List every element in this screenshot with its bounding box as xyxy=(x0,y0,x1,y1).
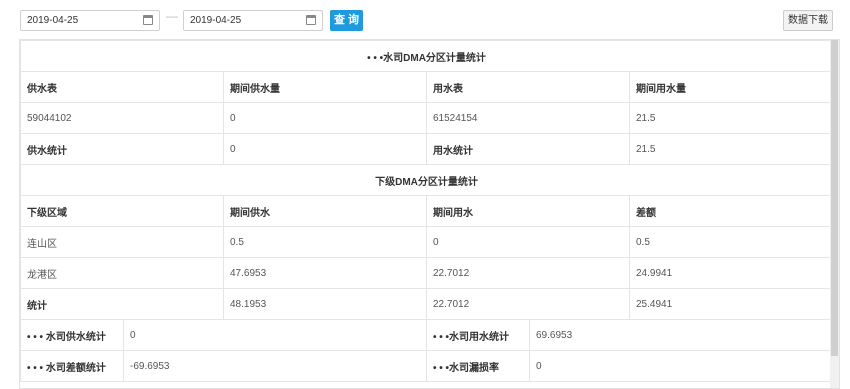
table-cell: 61524154 xyxy=(426,102,630,134)
calendar-icon[interactable] xyxy=(143,15,153,25)
end-date-value: 2019-04-25 xyxy=(190,15,242,26)
total-value: 22.7012 xyxy=(426,288,630,320)
total-value: 0 xyxy=(223,133,427,165)
total-label: 用水统计 xyxy=(426,133,630,165)
statistics-panel: • • •水司DMA分区计量统计 供水表 期间供水量 用水表 期间用水量 590… xyxy=(19,39,840,389)
start-date-value: 2019-04-25 xyxy=(27,15,79,26)
download-data-button[interactable]: 数据下载 xyxy=(783,10,833,31)
end-date-input[interactable]: 2019-04-25 xyxy=(183,10,323,31)
column-header: 期间供水量 xyxy=(223,71,427,103)
query-button[interactable]: 查 询 xyxy=(330,10,363,31)
date-range-separator: — xyxy=(166,9,178,23)
section-title: • • •水司DMA分区计量统计 xyxy=(20,40,834,72)
calendar-icon[interactable] xyxy=(306,15,316,25)
toolbar: 2019-04-25 — 2019-04-25 查 询 数据下载 xyxy=(0,0,850,38)
table-cell: 24.9941 xyxy=(628,257,834,289)
total-value: 25.4941 xyxy=(628,288,834,320)
use-total-label: • • •水司用水统计 xyxy=(426,319,530,351)
column-header: 下级区域 xyxy=(20,195,224,227)
table-cell: 22.7012 xyxy=(426,257,630,289)
use-total-value: 69.6953 xyxy=(529,319,833,351)
table-cell: 59044102 xyxy=(20,102,224,134)
column-header: 期间用水 xyxy=(426,195,630,227)
table-header-row: 下级区域 期间供水 期间用水 差额 xyxy=(20,195,834,227)
vertical-scrollbar[interactable] xyxy=(830,40,839,388)
supply-total-value: 0 xyxy=(123,319,427,351)
column-header: 期间供水 xyxy=(223,195,427,227)
supply-total-label: • • • 水司供水统计 xyxy=(20,319,124,351)
table-header-row: 供水表 期间供水量 用水表 期间用水量 xyxy=(20,71,834,103)
scrollbar-thumb[interactable] xyxy=(831,40,838,356)
difference-total-label: • • • 水司差额统计 xyxy=(20,350,124,382)
total-label: 统计 xyxy=(20,288,224,320)
table-cell: 47.6953 xyxy=(223,257,427,289)
sub-dma-table: 下级DMA分区计量统计 下级区域 期间供水 期间用水 差额 连山区 0.5 0 … xyxy=(20,164,834,320)
table-row: 59044102 0 61524154 21.5 xyxy=(20,102,834,134)
column-header: 差额 xyxy=(628,195,834,227)
table-row: 连山区 0.5 0 0.5 xyxy=(20,226,834,258)
loss-rate-value: 0 xyxy=(529,350,833,382)
summary-row: • • • 水司差额统计 -69.6953 • • •水司漏损率 0 xyxy=(20,350,833,382)
difference-total-value: -69.6953 xyxy=(123,350,427,382)
total-value: 21.5 xyxy=(628,133,834,165)
water-company-dma-table: • • •水司DMA分区计量统计 供水表 期间供水量 用水表 期间用水量 590… xyxy=(20,40,834,165)
total-label: 供水统计 xyxy=(20,133,224,165)
summary-table: • • • 水司供水统计 0 • • •水司用水统计 69.6953 • • •… xyxy=(20,319,833,382)
loss-rate-label: • • •水司漏损率 xyxy=(426,350,530,382)
table-row: 龙港区 47.6953 22.7012 24.9941 xyxy=(20,257,834,289)
table-cell: 龙港区 xyxy=(20,257,224,289)
section-title: 下级DMA分区计量统计 xyxy=(20,164,834,196)
summary-row: • • • 水司供水统计 0 • • •水司用水统计 69.6953 xyxy=(20,319,833,351)
table-cell: 21.5 xyxy=(628,102,834,134)
table-cell: 连山区 xyxy=(20,226,224,258)
column-header: 用水表 xyxy=(426,71,630,103)
table-cell: 0 xyxy=(223,102,427,134)
total-value: 48.1953 xyxy=(223,288,427,320)
table-cell: 0 xyxy=(426,226,630,258)
table-title-row: • • •水司DMA分区计量统计 xyxy=(20,40,834,72)
table-title-row: 下级DMA分区计量统计 xyxy=(20,164,834,196)
table-total-row: 统计 48.1953 22.7012 25.4941 xyxy=(20,288,834,320)
table-cell: 0.5 xyxy=(628,226,834,258)
column-header: 供水表 xyxy=(20,71,224,103)
start-date-input[interactable]: 2019-04-25 xyxy=(20,10,160,31)
table-cell: 0.5 xyxy=(223,226,427,258)
column-header: 期间用水量 xyxy=(628,71,834,103)
table-total-row: 供水统计 0 用水统计 21.5 xyxy=(20,133,834,165)
